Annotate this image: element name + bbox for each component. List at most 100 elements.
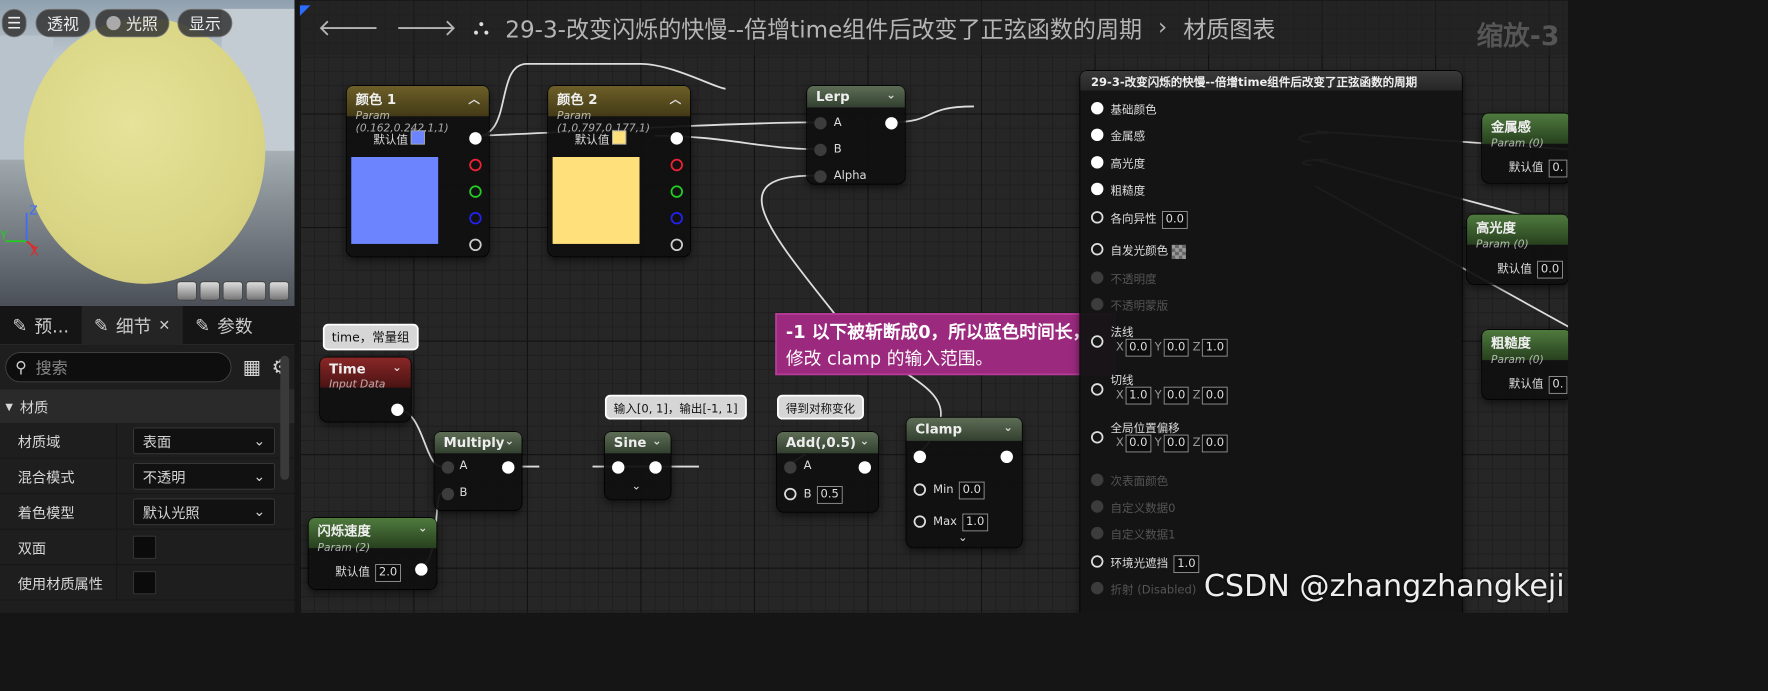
main-comment[interactable]: -1 以下被斩断成0，所以蓝色时间长， 修改 clamp 的输入范围。 [775,313,1116,376]
flash-speed-node[interactable]: 闪烁速度 Param (2) ⌄ 默认值 2.0 [308,518,437,589]
chevron-down-icon[interactable]: ⌄ [392,361,402,374]
clamp-node[interactable]: Clamp ⌄ Min 0.0 Max 1.0 ⌄ [906,417,1022,548]
category-material[interactable]: ▼ 材质 [0,389,295,424]
tangent-z[interactable]: 0.0 [1202,386,1228,405]
flash-speed-output-pin[interactable] [415,563,428,576]
specular-pin[interactable] [1091,156,1104,169]
rgb-output-pin[interactable] [670,132,683,145]
breadcrumb-graph[interactable]: 材质图表 [1183,11,1275,44]
shading-model-dropdown[interactable]: 默认光照 ⌄ [133,498,275,525]
specular-value[interactable]: 0.0 [1537,260,1563,279]
lerp-output-pin[interactable] [885,117,898,130]
anisotropy-value[interactable]: 0.0 [1162,211,1188,229]
metallic-param-node[interactable]: 金属感 Param (0) 默认值 0. [1482,113,1569,183]
default-swatch[interactable] [612,130,627,145]
tab-parameters[interactable]: ✎ 参数 [183,306,265,345]
r-output-pin[interactable] [670,158,683,172]
comment-bubble-sine[interactable]: 输入[0, 1]，输出[-1, 1] [604,394,747,420]
chevron-down-icon[interactable]: ⌄ [886,89,896,102]
blend-mode-dropdown[interactable]: 不透明 ⌄ [133,462,275,490]
time-node[interactable]: Time Input Data ⌄ [320,357,411,422]
wpo-pin[interactable] [1091,431,1104,444]
collapse-icon[interactable]: ︿ [670,90,682,106]
multiply-output-pin[interactable] [502,461,515,474]
ao-pin[interactable] [1091,555,1104,568]
g-output-pin[interactable] [469,185,482,198]
use-material-attributes-checkbox[interactable] [133,570,157,594]
b-input-pin[interactable] [784,487,797,501]
a-input-pin[interactable] [784,461,797,474]
comment-bubble-add[interactable]: 得到对称变化 [777,394,864,420]
expand-icon[interactable]: ⌄ [632,480,642,493]
tangent-pin[interactable] [1091,383,1104,396]
back-arrow-icon[interactable]: 🡐 [318,14,380,42]
chevron-down-icon[interactable]: ⌄ [860,435,870,448]
multiply-node[interactable]: Multiply ⌄ A B [434,431,522,511]
clamp-input-pin[interactable] [913,450,927,464]
tab-preview[interactable]: ✎ 预... [0,306,81,345]
a-input-pin[interactable] [814,117,827,130]
min-input-pin[interactable] [913,483,927,496]
search-input[interactable]: ⚲ 搜索 [5,352,232,383]
normal-z[interactable]: 1.0 [1202,338,1228,357]
time-output-pin[interactable] [391,403,404,417]
b-value-field[interactable]: 0.5 [816,486,843,504]
min-value-field[interactable]: 0.0 [959,481,985,500]
show-button[interactable]: 显示 [177,8,233,38]
chevron-down-icon[interactable]: ⌄ [504,435,514,448]
b-input-pin[interactable] [441,487,455,501]
anisotropy-pin[interactable] [1091,211,1104,224]
flash-speed-value[interactable]: 2.0 [375,564,401,582]
cube-shape-button[interactable] [245,281,267,301]
plane-shape-button[interactable] [222,281,244,301]
a-output-pin[interactable] [670,238,683,252]
custom-mesh-button[interactable] [268,281,290,301]
sine-input-pin[interactable] [612,461,625,474]
roughness-value[interactable]: 0. [1548,376,1567,394]
rgb-output-pin[interactable] [469,132,482,145]
a-input-pin[interactable] [441,461,455,474]
b-output-pin[interactable] [670,211,683,225]
wpo-z[interactable]: 0.0 [1202,434,1228,453]
material-result-node[interactable]: 29-3-改变闪烁的快慢--倍增time组件后改变了正弦函数的周期 基础颜色 金… [1080,70,1462,613]
tangent-x[interactable]: 1.0 [1125,386,1151,405]
table-view-icon[interactable]: ▦ [243,356,261,378]
g-output-pin[interactable] [670,185,683,198]
b-output-pin[interactable] [469,211,482,225]
lerp-node[interactable]: Lerp ⌄ A B Alpha [807,86,905,184]
color1-node[interactable]: 颜色 1 Param (0.162,0.242,1,1) ︿ 默认值 [346,86,489,257]
default-swatch[interactable] [410,130,425,145]
forward-arrow-icon[interactable]: 🡒 [395,14,457,42]
sine-output-pin[interactable] [649,461,662,474]
chevron-down-icon[interactable]: ⌄ [1003,421,1013,434]
normal-y[interactable]: 0.0 [1163,338,1189,357]
lit-button[interactable]: 光照 [94,8,170,38]
cylinder-shape-button[interactable] [176,281,197,301]
emissive-swatch[interactable] [1171,244,1187,259]
b-input-pin[interactable] [814,143,827,157]
tangent-y[interactable]: 0.0 [1163,386,1189,405]
r-output-pin[interactable] [469,158,482,172]
add-output-pin[interactable] [858,461,872,474]
panel-scrollbar[interactable] [280,355,290,480]
sphere-shape-button[interactable] [199,281,220,301]
sine-node[interactable]: Sine ⌄ ⌄ [604,431,671,500]
roughness-pin[interactable] [1091,182,1104,196]
perspective-button[interactable]: 透视 [35,8,91,38]
comment-bubble-time[interactable]: time，常量组 [322,323,419,351]
chevron-down-icon[interactable]: ⌄ [418,522,428,535]
material-graph[interactable]: 🡐 🡒 ⛬ 29-3-改变闪烁的快慢--倍增time组件后改变了正弦函数的周期 … [299,0,1569,613]
roughness-param-node[interactable]: 粗糙度 Param (0) 默认值 0. [1482,329,1569,400]
breadcrumb-asset[interactable]: 29-3-改变闪烁的快慢--倍增time组件后改变了正弦函数的周期 [505,11,1142,44]
close-icon[interactable]: ✕ [158,317,170,334]
normal-x[interactable]: 0.0 [1125,338,1151,357]
normal-pin[interactable] [1091,335,1104,348]
wpo-y[interactable]: 0.0 [1163,434,1189,453]
viewport-menu-button[interactable]: ☰ [1,8,27,38]
max-input-pin[interactable] [913,515,927,528]
wpo-x[interactable]: 0.0 [1125,434,1151,453]
max-value-field[interactable]: 1.0 [962,513,988,532]
a-output-pin[interactable] [469,238,482,252]
material-domain-dropdown[interactable]: 表面 ⌄ [133,427,275,454]
base-color-pin[interactable] [1091,102,1104,115]
